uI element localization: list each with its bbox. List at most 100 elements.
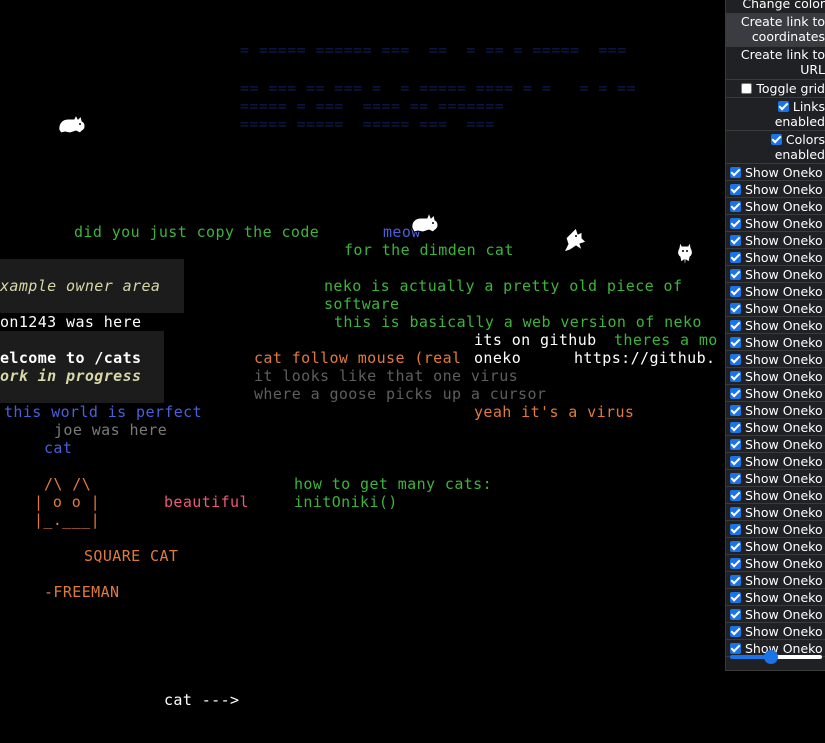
show-oneko-checkbox[interactable] bbox=[730, 524, 741, 535]
cat-sprite-3[interactable] bbox=[558, 226, 590, 256]
show-oneko-row[interactable]: Show Oneko bbox=[726, 232, 825, 249]
slider-thumb[interactable] bbox=[764, 650, 779, 664]
show-oneko-label: Show Oneko bbox=[745, 284, 823, 299]
show-oneko-checkbox[interactable] bbox=[730, 269, 741, 280]
show-oneko-checkbox[interactable] bbox=[730, 473, 741, 484]
colors-enabled-row[interactable]: Colors enabled bbox=[726, 131, 825, 164]
show-oneko-row[interactable]: Show Oneko bbox=[726, 351, 825, 368]
show-oneko-checkbox[interactable] bbox=[730, 388, 741, 399]
show-oneko-checkbox[interactable] bbox=[730, 558, 741, 569]
show-oneko-row[interactable]: Show Oneko bbox=[726, 419, 825, 436]
show-oneko-checkbox[interactable] bbox=[730, 252, 741, 263]
show-oneko-row[interactable]: Show Oneko bbox=[726, 181, 825, 198]
change-color-button[interactable]: Change color bbox=[726, 0, 825, 14]
show-oneko-label: Show Oneko bbox=[745, 522, 823, 537]
canvas-text: on1243 was here bbox=[0, 313, 142, 331]
show-oneko-checkbox[interactable] bbox=[730, 337, 741, 348]
show-oneko-checkbox[interactable] bbox=[730, 575, 741, 586]
show-oneko-row[interactable]: Show Oneko bbox=[726, 368, 825, 385]
faint-text: ===== ===== ===== === === bbox=[240, 115, 495, 133]
show-oneko-label: Show Oneko bbox=[745, 590, 823, 605]
show-oneko-checkbox[interactable] bbox=[730, 541, 741, 552]
show-oneko-checkbox[interactable] bbox=[730, 439, 741, 450]
show-oneko-checkbox[interactable] bbox=[730, 371, 741, 382]
show-oneko-row[interactable]: Show Oneko bbox=[726, 538, 825, 555]
show-oneko-checkbox[interactable] bbox=[730, 626, 741, 637]
faint-text: ===== = === ==== == ======= bbox=[240, 97, 505, 115]
show-oneko-row[interactable]: Show Oneko bbox=[726, 215, 825, 232]
toggle-grid-label: Toggle grid bbox=[756, 81, 825, 96]
show-oneko-row[interactable]: Show Oneko bbox=[726, 623, 825, 640]
colors-enabled-checkbox[interactable] bbox=[770, 134, 782, 145]
canvas-text: theres a mo bbox=[614, 331, 718, 349]
show-oneko-checkbox[interactable] bbox=[730, 286, 741, 297]
show-oneko-checkbox[interactable] bbox=[730, 201, 741, 212]
show-oneko-label: Show Oneko bbox=[745, 216, 823, 231]
cat-sprite-2[interactable] bbox=[408, 210, 442, 236]
show-oneko-row[interactable]: Show Oneko bbox=[726, 266, 825, 283]
show-oneko-label: Show Oneko bbox=[745, 539, 823, 554]
show-oneko-checkbox[interactable] bbox=[730, 320, 741, 331]
links-enabled-checkbox[interactable] bbox=[777, 101, 789, 112]
show-oneko-row[interactable]: Show Oneko bbox=[726, 198, 825, 215]
show-oneko-label: Show Oneko bbox=[745, 233, 823, 248]
show-oneko-list: Show Oneko Show Oneko Show Oneko Show Oneko… bbox=[726, 164, 825, 657]
show-oneko-label: Show Oneko bbox=[745, 301, 823, 316]
show-oneko-row[interactable]: Show Oneko bbox=[726, 334, 825, 351]
show-oneko-row[interactable]: Show Oneko bbox=[726, 572, 825, 589]
ascii-cat-line: /\ /\ bbox=[44, 475, 92, 493]
show-oneko-row[interactable]: Show Oneko bbox=[726, 504, 825, 521]
show-oneko-checkbox[interactable] bbox=[730, 184, 741, 195]
canvas-text: joe was here bbox=[54, 421, 168, 439]
show-oneko-row[interactable]: Show Oneko bbox=[726, 453, 825, 470]
text-canvas[interactable]: = ===== ====== === == = == = ===== === =… bbox=[0, 0, 725, 743]
canvas-text: it looks like that one virus bbox=[254, 367, 519, 385]
show-oneko-checkbox[interactable] bbox=[730, 490, 741, 501]
canvas-text: where a goose picks up a cursor bbox=[254, 385, 547, 403]
show-oneko-checkbox[interactable] bbox=[730, 235, 741, 246]
show-oneko-checkbox[interactable] bbox=[730, 609, 741, 620]
settings-panel: Change color Create link to coordinates … bbox=[725, 0, 825, 671]
show-oneko-label: Show Oneko bbox=[745, 369, 823, 384]
show-oneko-row[interactable]: Show Oneko bbox=[726, 317, 825, 334]
canvas-text: SQUARE CAT bbox=[84, 547, 179, 565]
ascii-cat-line: | o o | bbox=[34, 493, 101, 511]
cat-sprite-1[interactable] bbox=[56, 112, 88, 136]
show-oneko-row[interactable]: Show Oneko bbox=[726, 521, 825, 538]
show-oneko-row[interactable]: Show Oneko bbox=[726, 283, 825, 300]
links-enabled-row[interactable]: Links enabled bbox=[726, 98, 825, 131]
show-oneko-row[interactable]: Show Oneko bbox=[726, 385, 825, 402]
show-oneko-row[interactable]: Show Oneko bbox=[726, 606, 825, 623]
faint-text: = ===== ====== === == = == = ===== === bbox=[240, 41, 627, 59]
show-oneko-checkbox[interactable] bbox=[730, 218, 741, 229]
show-oneko-row[interactable]: Show Oneko bbox=[726, 436, 825, 453]
create-link-url-button[interactable]: Create link to URL bbox=[726, 47, 825, 80]
show-oneko-row[interactable]: Show Oneko bbox=[726, 300, 825, 317]
show-oneko-row[interactable]: Show Oneko bbox=[726, 402, 825, 419]
show-oneko-checkbox[interactable] bbox=[730, 507, 741, 518]
show-oneko-checkbox[interactable] bbox=[730, 456, 741, 467]
show-oneko-checkbox[interactable] bbox=[730, 167, 741, 178]
show-oneko-checkbox[interactable] bbox=[730, 303, 741, 314]
show-oneko-label: Show Oneko bbox=[745, 352, 823, 367]
toggle-grid-row[interactable]: Toggle grid bbox=[726, 80, 825, 98]
show-oneko-checkbox[interactable] bbox=[730, 354, 741, 365]
show-oneko-label: Show Oneko bbox=[745, 386, 823, 401]
show-oneko-row[interactable]: Show Oneko bbox=[726, 589, 825, 606]
show-oneko-row[interactable]: Show Oneko bbox=[726, 164, 825, 181]
show-oneko-row[interactable]: Show Oneko bbox=[726, 487, 825, 504]
cat-count-slider[interactable] bbox=[730, 650, 822, 664]
show-oneko-label: Show Oneko bbox=[745, 250, 823, 265]
canvas-text: xample owner area bbox=[0, 277, 161, 295]
show-oneko-row[interactable]: Show Oneko bbox=[726, 555, 825, 572]
show-oneko-row[interactable]: Show Oneko bbox=[726, 470, 825, 487]
show-oneko-checkbox[interactable] bbox=[730, 405, 741, 416]
show-oneko-checkbox[interactable] bbox=[730, 422, 741, 433]
cat-sprite-4[interactable] bbox=[674, 238, 696, 270]
show-oneko-checkbox[interactable] bbox=[730, 592, 741, 603]
toggle-grid-checkbox[interactable] bbox=[741, 83, 753, 94]
create-link-coordinates-button[interactable]: Create link to coordinates bbox=[726, 14, 825, 47]
show-oneko-label: Show Oneko bbox=[745, 454, 823, 469]
show-oneko-row[interactable]: Show Oneko bbox=[726, 249, 825, 266]
show-oneko-label: Show Oneko bbox=[745, 403, 823, 418]
